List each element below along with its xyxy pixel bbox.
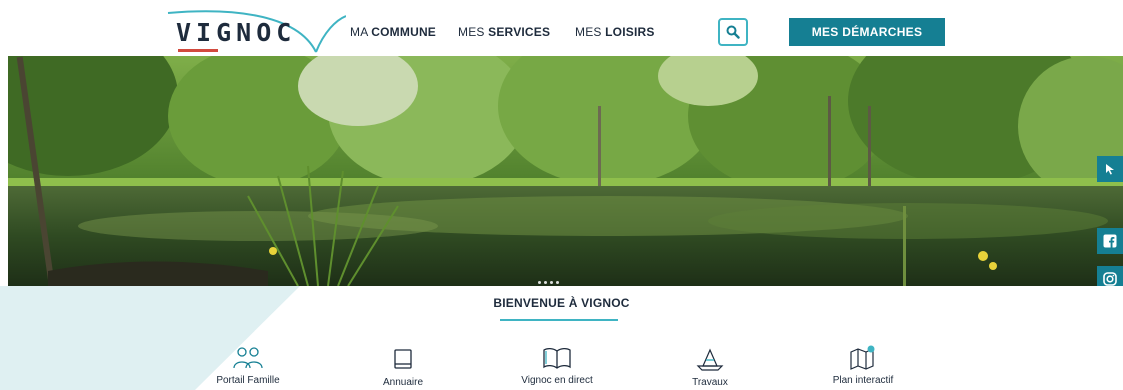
- nav-mes-services-prefix: MES: [458, 25, 489, 39]
- quick-link-label: Vignoc en direct: [521, 375, 593, 386]
- nav-ma-commune[interactable]: MA COMMUNE: [350, 25, 436, 39]
- nav-ma-commune-prefix: MA: [350, 25, 372, 39]
- nav-mes-loisirs[interactable]: MES LOISIRS: [575, 25, 655, 39]
- carousel-dot[interactable]: [544, 281, 547, 284]
- carousel-dot[interactable]: [556, 281, 559, 284]
- carousel-dot[interactable]: [538, 281, 541, 284]
- site-header: VIGNOC MA COMMUNE MES SERVICES MES LOISI…: [0, 0, 1123, 55]
- quick-link-plan-interactif[interactable]: Plan interactif: [803, 344, 923, 386]
- hero-photo: [8, 56, 1123, 286]
- instagram-link[interactable]: [1097, 266, 1123, 286]
- quick-link-vignoc-en-direct[interactable]: Vignoc en direct: [497, 344, 617, 386]
- nav-mes-services[interactable]: MES SERVICES: [458, 25, 550, 39]
- nav-ma-commune-label: COMMUNE: [371, 25, 437, 39]
- map-icon: [850, 345, 875, 370]
- cursor-share-icon: [1106, 164, 1114, 175]
- carousel-dot[interactable]: [550, 281, 553, 284]
- quick-link-label: Annuaire: [382, 377, 424, 388]
- facebook-icon: [1103, 234, 1117, 248]
- nav-mes-loisirs-label: LOISIRS: [605, 25, 655, 39]
- quick-link-label: Plan interactif: [832, 375, 894, 386]
- search-icon: [726, 25, 740, 39]
- nav-mes-services-label: SERVICES: [488, 25, 551, 39]
- vignoc-logo[interactable]: VIGNOC: [166, 10, 346, 54]
- facebook-link[interactable]: [1097, 228, 1123, 254]
- quick-link-annuaire[interactable]: Annuaire: [343, 346, 463, 388]
- book-icon: [394, 349, 412, 369]
- share-button[interactable]: [1097, 156, 1123, 182]
- quick-link-label: Travaux: [692, 377, 728, 388]
- logo-underline: [178, 49, 218, 52]
- search-button[interactable]: [718, 18, 748, 46]
- open-book-icon: [543, 347, 571, 369]
- family-icon: [233, 347, 263, 369]
- carousel-dots: [538, 281, 559, 284]
- logo-text: VIGNOC: [176, 18, 297, 47]
- welcome-title: BIENVENUE À VIGNOC: [493, 296, 630, 310]
- mes-demarches-button[interactable]: MES DÉMARCHES: [789, 18, 945, 46]
- quick-link-portail-famille[interactable]: Portail Famille: [188, 344, 308, 386]
- nav-mes-loisirs-prefix: MES: [575, 25, 606, 39]
- quick-link-label: Portail Famille: [216, 375, 280, 386]
- instagram-icon: [1103, 272, 1117, 286]
- cone-icon: [696, 348, 724, 371]
- welcome-title-underline: [500, 319, 618, 321]
- hero-banner: [8, 56, 1123, 286]
- quick-link-travaux[interactable]: Travaux: [650, 346, 770, 388]
